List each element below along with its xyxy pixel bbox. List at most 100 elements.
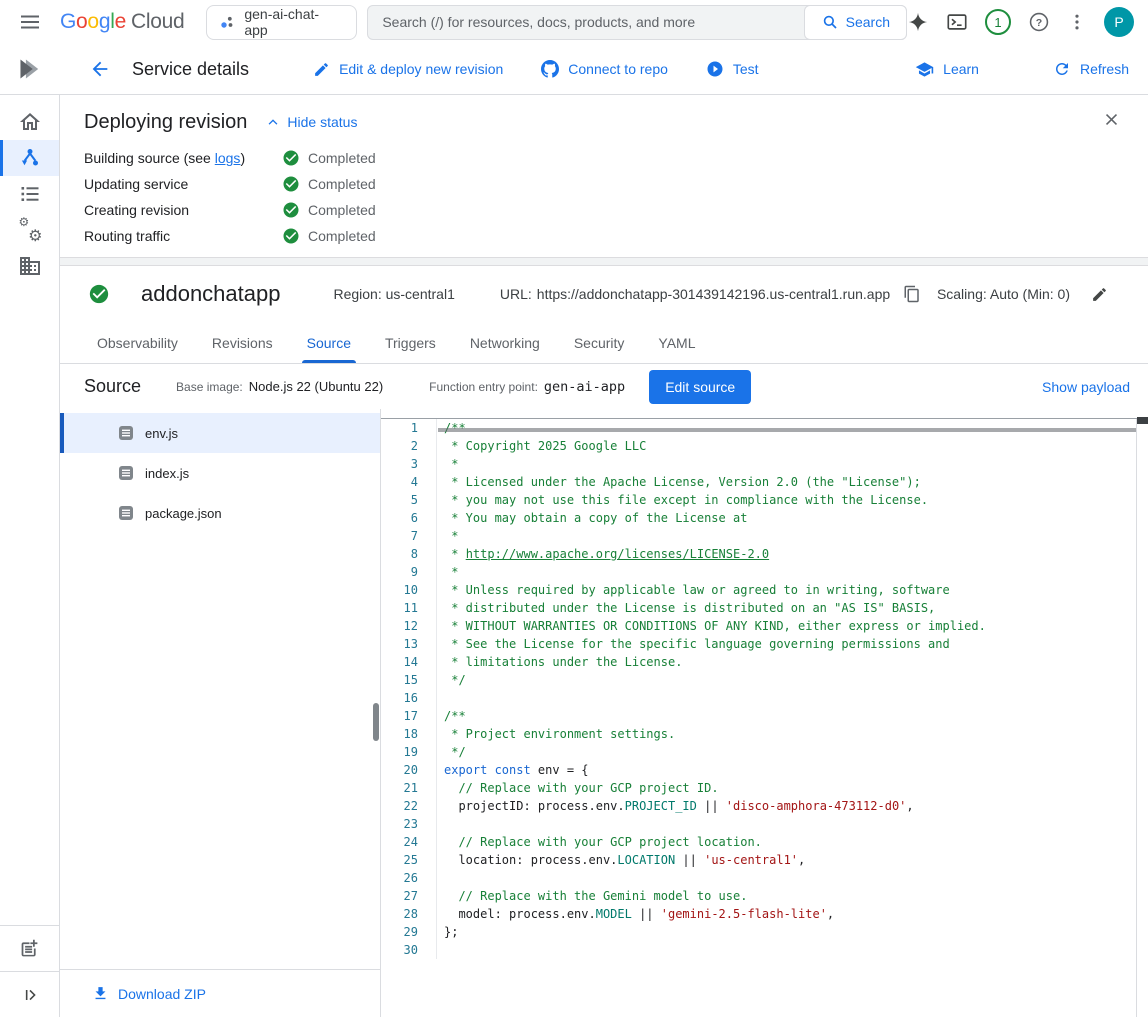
download-zip-button[interactable]: Download ZIP [92, 985, 206, 1002]
line-number: 13 [381, 635, 437, 653]
file-panel-scrollbar[interactable] [373, 703, 379, 741]
service-status-check-icon [88, 283, 110, 305]
service-tabs: ObservabilityRevisionsSourceTriggersNetw… [60, 322, 1148, 364]
tab-source[interactable]: Source [290, 322, 368, 363]
refresh-button[interactable]: Refresh [1053, 60, 1129, 78]
cloud-shell-icon[interactable] [946, 11, 968, 33]
google-cloud-logo[interactable]: Google Cloud [60, 10, 184, 34]
line-number: 14 [381, 653, 437, 671]
tab-observability[interactable]: Observability [80, 322, 195, 363]
code-text: */ [437, 671, 466, 689]
release-notes-icon [19, 938, 40, 959]
code-line: 7 * [381, 527, 1148, 545]
line-number: 17 [381, 707, 437, 725]
horizontal-scrollbar[interactable] [438, 428, 1137, 432]
code-line: 26 [381, 869, 1148, 887]
more-vert-icon[interactable] [1067, 12, 1087, 32]
line-number: 21 [381, 779, 437, 797]
play-circle-icon [706, 60, 724, 78]
service-name: addonchatapp [141, 281, 280, 307]
line-number: 3 [381, 455, 437, 473]
tab-networking[interactable]: Networking [453, 322, 557, 363]
project-selector[interactable]: gen-ai-chat-app [206, 5, 357, 40]
code-text [437, 815, 444, 833]
refresh-icon [1053, 60, 1071, 78]
rail-item-home[interactable] [0, 104, 59, 140]
search-icon [821, 13, 839, 31]
help-icon[interactable]: ? [1028, 11, 1050, 33]
code-line: 17/** [381, 707, 1148, 725]
step-status: Completed [282, 175, 376, 193]
rail-item-expand-panel[interactable] [0, 972, 59, 1017]
code-text: * distributed under the License is distr… [437, 599, 935, 617]
copy-icon[interactable] [903, 285, 921, 303]
file-item-index.js[interactable]: index.js [60, 453, 380, 493]
section-divider [60, 257, 1148, 266]
code-line: 18 * Project environment settings. [381, 725, 1148, 743]
connect-repo-button[interactable]: Connect to repo [541, 60, 668, 78]
tab-security[interactable]: Security [557, 322, 642, 363]
code-text [437, 869, 444, 887]
test-button[interactable]: Test [706, 60, 759, 78]
rail-item-services-list[interactable] [0, 176, 59, 212]
tab-revisions[interactable]: Revisions [195, 322, 290, 363]
gears-icon: ⚙⚙ [18, 218, 42, 242]
step-status: Completed [282, 227, 376, 245]
code-editor[interactable]: 1/**2 * Copyright 2025 Google LLC3 *4 * … [381, 409, 1148, 1017]
code-line: 25 location: process.env.LOCATION || 'us… [381, 851, 1148, 869]
code-text: /** [437, 707, 466, 725]
menu-icon[interactable] [16, 8, 44, 36]
line-number: 23 [381, 815, 437, 833]
search-button[interactable]: Search [804, 5, 907, 40]
hide-status-button[interactable]: Hide status [265, 114, 357, 130]
show-payload-link[interactable]: Show payload [1042, 379, 1130, 395]
pencil-icon [313, 61, 330, 78]
line-number: 9 [381, 563, 437, 581]
rail-item-organization[interactable] [0, 248, 59, 284]
back-arrow-icon[interactable] [89, 58, 111, 80]
step-status: Completed [282, 149, 376, 167]
line-number: 12 [381, 617, 437, 635]
edit-deploy-button[interactable]: Edit & deploy new revision [313, 61, 503, 78]
code-text: * WITHOUT WARRANTIES OR CONDITIONS OF AN… [437, 617, 986, 635]
expand-panel-icon [20, 985, 40, 1005]
rail-item-cloud-run[interactable] [0, 140, 59, 176]
search-input[interactable] [368, 14, 803, 30]
learn-button[interactable]: Learn [915, 60, 979, 79]
code-line: 27 // Replace with the Gemini model to u… [381, 887, 1148, 905]
rail-item-settings[interactable]: ⚙⚙ [0, 212, 59, 248]
check-circle-icon [282, 149, 300, 167]
avatar[interactable]: P [1104, 7, 1134, 37]
code-text: export const env = { [437, 761, 589, 779]
deploy-step: Updating service Completed [84, 171, 1124, 197]
line-number: 29 [381, 923, 437, 941]
code-text: * [437, 563, 458, 581]
base-image: Base image: Node.js 22 (Ubuntu 22) [176, 379, 383, 394]
file-item-package.json[interactable]: package.json [60, 493, 380, 533]
code-line: 10 * Unless required by applicable law o… [381, 581, 1148, 599]
tab-yaml[interactable]: YAML [641, 322, 712, 363]
code-content: 1/**2 * Copyright 2025 Google LLC3 *4 * … [381, 409, 1148, 959]
close-icon[interactable] [1099, 107, 1123, 131]
list-icon [18, 182, 42, 206]
line-number: 4 [381, 473, 437, 491]
graduation-cap-icon [915, 60, 934, 79]
logs-link[interactable]: logs [215, 150, 241, 166]
file-item-env.js[interactable]: env.js [60, 413, 380, 453]
line-number: 15 [381, 671, 437, 689]
session-count-badge[interactable]: 1 [985, 9, 1011, 35]
gemini-sparkle-icon[interactable] [907, 11, 929, 33]
code-line: 5 * you may not use this file except in … [381, 491, 1148, 509]
code-line: 28 model: process.env.MODEL || 'gemini-2… [381, 905, 1148, 923]
edit-source-button[interactable]: Edit source [649, 370, 751, 404]
deploy-step: Routing traffic Completed [84, 223, 1124, 249]
edit-scaling-icon[interactable] [1091, 286, 1108, 303]
code-line: 21 // Replace with your GCP project ID. [381, 779, 1148, 797]
tab-triggers[interactable]: Triggers [368, 322, 453, 363]
vertical-scrollbar[interactable] [1137, 417, 1148, 424]
service-region: Region: us-central1 [333, 286, 454, 302]
code-text: location: process.env.LOCATION || 'us-ce… [437, 851, 805, 869]
code-text: * Licensed under the Apache License, Ver… [437, 473, 921, 491]
file-icon [118, 425, 134, 441]
rail-item-release-notes[interactable] [0, 926, 59, 971]
